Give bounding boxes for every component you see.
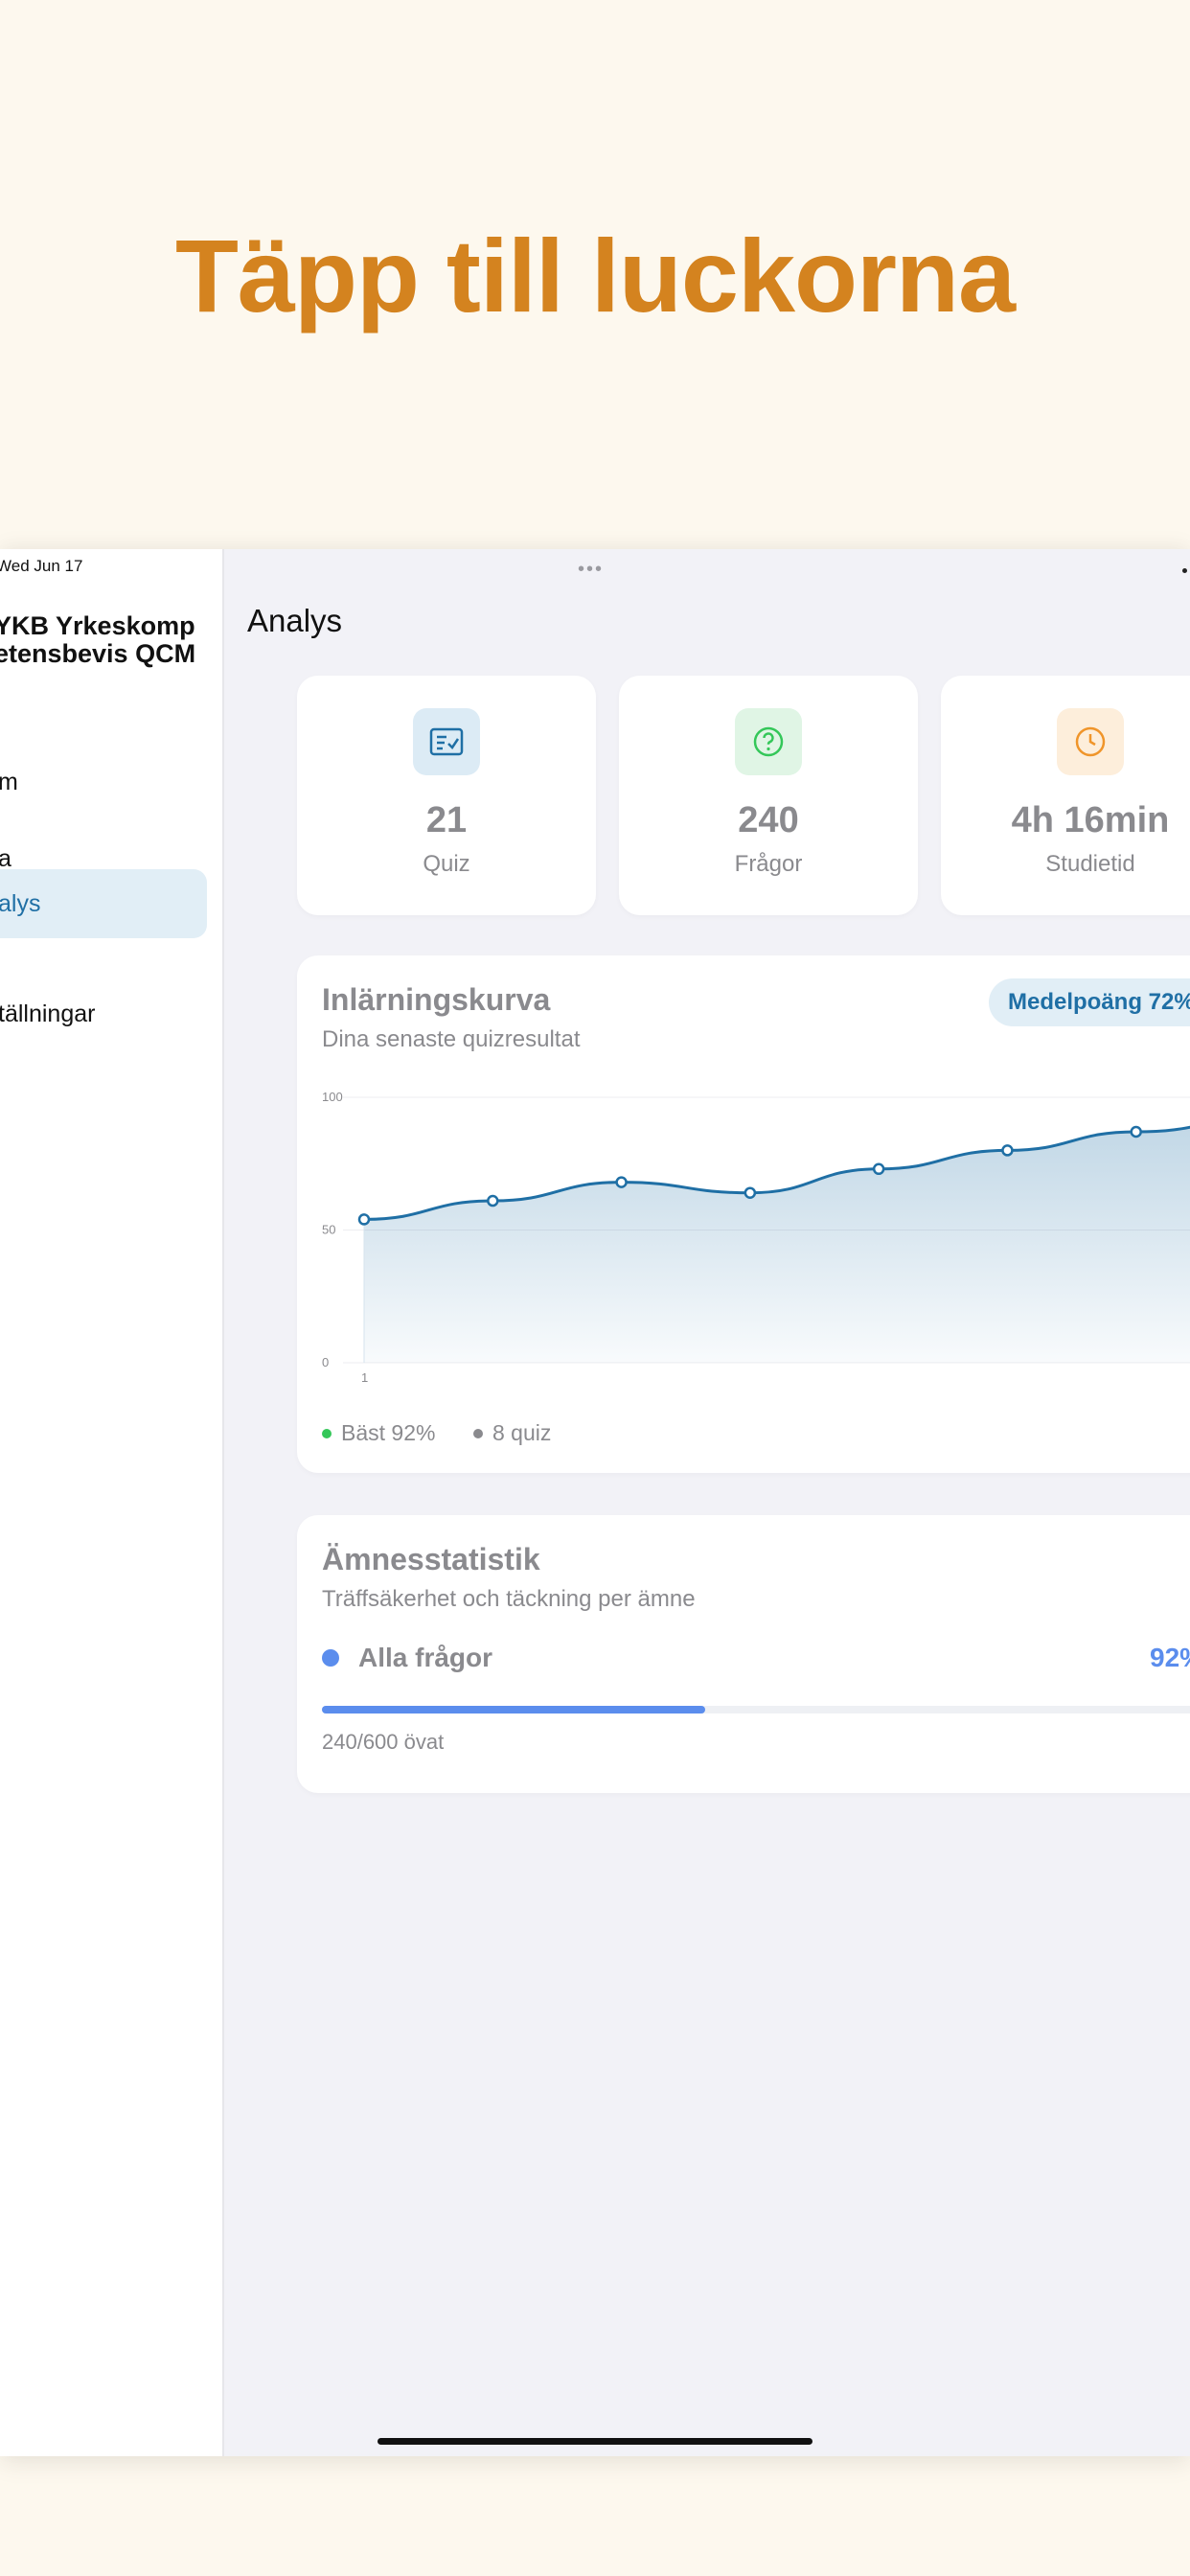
- data-point: [744, 1186, 757, 1199]
- subject-progress-track: [322, 1706, 1190, 1714]
- app-title-line2: etensbevis QCM: [0, 639, 196, 668]
- average-score-badge: Medelpoäng 72%: [989, 978, 1190, 1026]
- question-circle-icon: [735, 708, 802, 775]
- stat-value: 4h 16min: [1011, 800, 1170, 840]
- stat-card-questions: 240 Frågor: [619, 676, 918, 915]
- legend-best-dot: [322, 1428, 332, 1438]
- subject-stats-title: Ämnesstatistik: [322, 1542, 540, 1576]
- data-point: [357, 1213, 371, 1226]
- subject-dot: [322, 1649, 339, 1667]
- subject-stats-card: Ämnesstatistik Träffsäkerhet och täcknin…: [297, 1515, 1190, 1793]
- stat-label: Studietid: [1045, 851, 1135, 877]
- data-point: [1130, 1125, 1142, 1138]
- data-point: [615, 1176, 628, 1188]
- page-title: Analys: [247, 603, 343, 638]
- data-point: [872, 1162, 885, 1176]
- clock-icon: [1057, 708, 1124, 775]
- quiz-checklist-icon: [413, 708, 480, 775]
- x-tick-label: 1: [361, 1370, 368, 1385]
- data-point: [1001, 1144, 1014, 1157]
- subject-stats-subtitle: Träffsäkerhet och täckning per ämne: [322, 1586, 696, 1612]
- stat-card-studytime: 4h 16min Studietid: [941, 676, 1190, 915]
- stat-value: 21: [425, 800, 468, 840]
- subject-name: Alla frågor: [358, 1643, 493, 1672]
- subject-percent: 92%: [1150, 1643, 1190, 1672]
- app-title: YKB Yrkeskomp etensbevis QCM: [0, 611, 222, 668]
- y-tick-label: 0: [322, 1355, 329, 1369]
- sidebar: Wed Jun 17 YKB Yrkeskomp etensbevis QCM …: [0, 549, 224, 2456]
- data-point: [487, 1194, 499, 1208]
- device-screen: Wed Jun 17 YKB Yrkeskomp etensbevis QCM …: [0, 549, 1190, 2456]
- learning-curve-card: Inlärningskurva Dina senaste quizresulta…: [297, 955, 1190, 1473]
- status-date: Wed Jun 17: [0, 557, 83, 575]
- legend-count-dot: [473, 1428, 483, 1438]
- learning-curve-chart: 10050018: [322, 1090, 1190, 1385]
- sidebar-item-analysis[interactable]: alys: [0, 869, 207, 938]
- curve-area: [364, 1127, 1190, 1363]
- learning-curve-title: Inlärningskurva: [322, 982, 551, 1017]
- legend-best-label: Bäst 92%: [341, 1420, 436, 1445]
- subject-progress-fill: [322, 1706, 705, 1714]
- stat-label: Frågor: [734, 851, 803, 877]
- app-title-line1: YKB Yrkeskomp: [0, 611, 195, 640]
- legend-count-label: 8 quiz: [492, 1420, 552, 1445]
- legend-best: Bäst 92%: [322, 1420, 435, 1446]
- stat-label: Quiz: [423, 851, 470, 877]
- status-indicator-dot: [1182, 568, 1187, 573]
- learning-curve-subtitle: Dina senaste quizresultat: [322, 1026, 581, 1052]
- sidebar-item-settings[interactable]: tällningar: [0, 980, 207, 1047]
- home-indicator[interactable]: [378, 2438, 812, 2445]
- stat-card-quiz: 21 Quiz: [297, 676, 596, 915]
- multitasking-dots-icon[interactable]: •••: [578, 559, 604, 581]
- y-tick-label: 100: [322, 1090, 343, 1104]
- subject-detail: 240/600 övat: [322, 1730, 445, 1754]
- y-tick-label: 50: [322, 1223, 335, 1237]
- sidebar-item-home[interactable]: m: [0, 748, 207, 816]
- legend-count: 8 quiz: [473, 1420, 551, 1446]
- stat-value: 240: [738, 800, 799, 840]
- headline: Täpp till luckorna: [174, 218, 1016, 334]
